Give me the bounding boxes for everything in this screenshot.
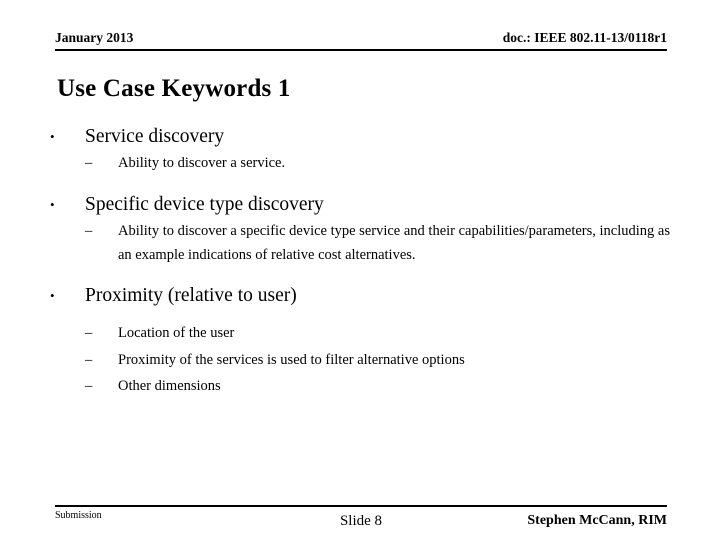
dash-icon: – (85, 155, 93, 172)
header-doc-number: doc.: IEEE 802.11-13/0118r1 (502, 30, 667, 45)
bullet-label: Specific device type discovery (85, 193, 324, 215)
sub-bullet-item: – Ability to discover a specific device … (45, 220, 675, 267)
bullet-group: • Service discovery – Ability to discove… (45, 124, 675, 176)
sub-bullet-label: Ability to discover a specific device ty… (118, 223, 671, 263)
dash-icon: – (85, 223, 93, 240)
dash-icon: – (85, 378, 93, 395)
slide-body: • Service discovery – Ability to discove… (45, 124, 675, 401)
bullet-dot-icon: • (50, 129, 55, 144)
sub-bullet-label: Ability to discover a service. (118, 155, 286, 172)
footer-author: Stephen McCann, RIM (527, 513, 667, 528)
sub-bullet-label: Proximity of the services is used to fil… (118, 351, 465, 368)
page-title: Use Case Keywords 1 (57, 75, 291, 102)
slide: January 2013 doc.: IEEE 802.11-13/0118r1… (0, 0, 720, 540)
dash-icon: – (85, 351, 93, 368)
sub-bullet-item: – Ability to discover a service. (45, 152, 675, 175)
dash-icon: – (85, 325, 93, 342)
bullet-label: Proximity (relative to user) (85, 285, 297, 307)
header-date: January 2013 (55, 30, 134, 45)
bullet-dot-icon: • (50, 288, 55, 304)
bullet-item: • Proximity (relative to user) (45, 283, 675, 308)
bullet-label: Service discovery (85, 126, 225, 147)
sub-bullet-item: – Location of the user (45, 322, 675, 345)
footer-divider (55, 505, 667, 507)
bullet-item: • Specific device type discovery (45, 192, 675, 217)
bullet-dot-icon: • (50, 196, 55, 212)
bullet-group: • Proximity (relative to user) – Locatio… (45, 283, 675, 399)
slide-header: January 2013 doc.: IEEE 802.11-13/0118r1 (55, 30, 667, 46)
bullet-group: • Specific device type discovery – Abili… (45, 192, 675, 267)
sub-bullet-label: Location of the user (118, 325, 235, 342)
sub-bullet-label: Other dimensions (118, 378, 221, 395)
slide-footer: Submission Slide 8 Stephen McCann, RIM (55, 509, 667, 533)
sub-bullet-item: – Other dimensions (45, 375, 675, 398)
bullet-item: • Service discovery (45, 124, 675, 149)
header-divider (55, 49, 667, 51)
sub-bullet-item: – Proximity of the services is used to f… (45, 349, 675, 372)
